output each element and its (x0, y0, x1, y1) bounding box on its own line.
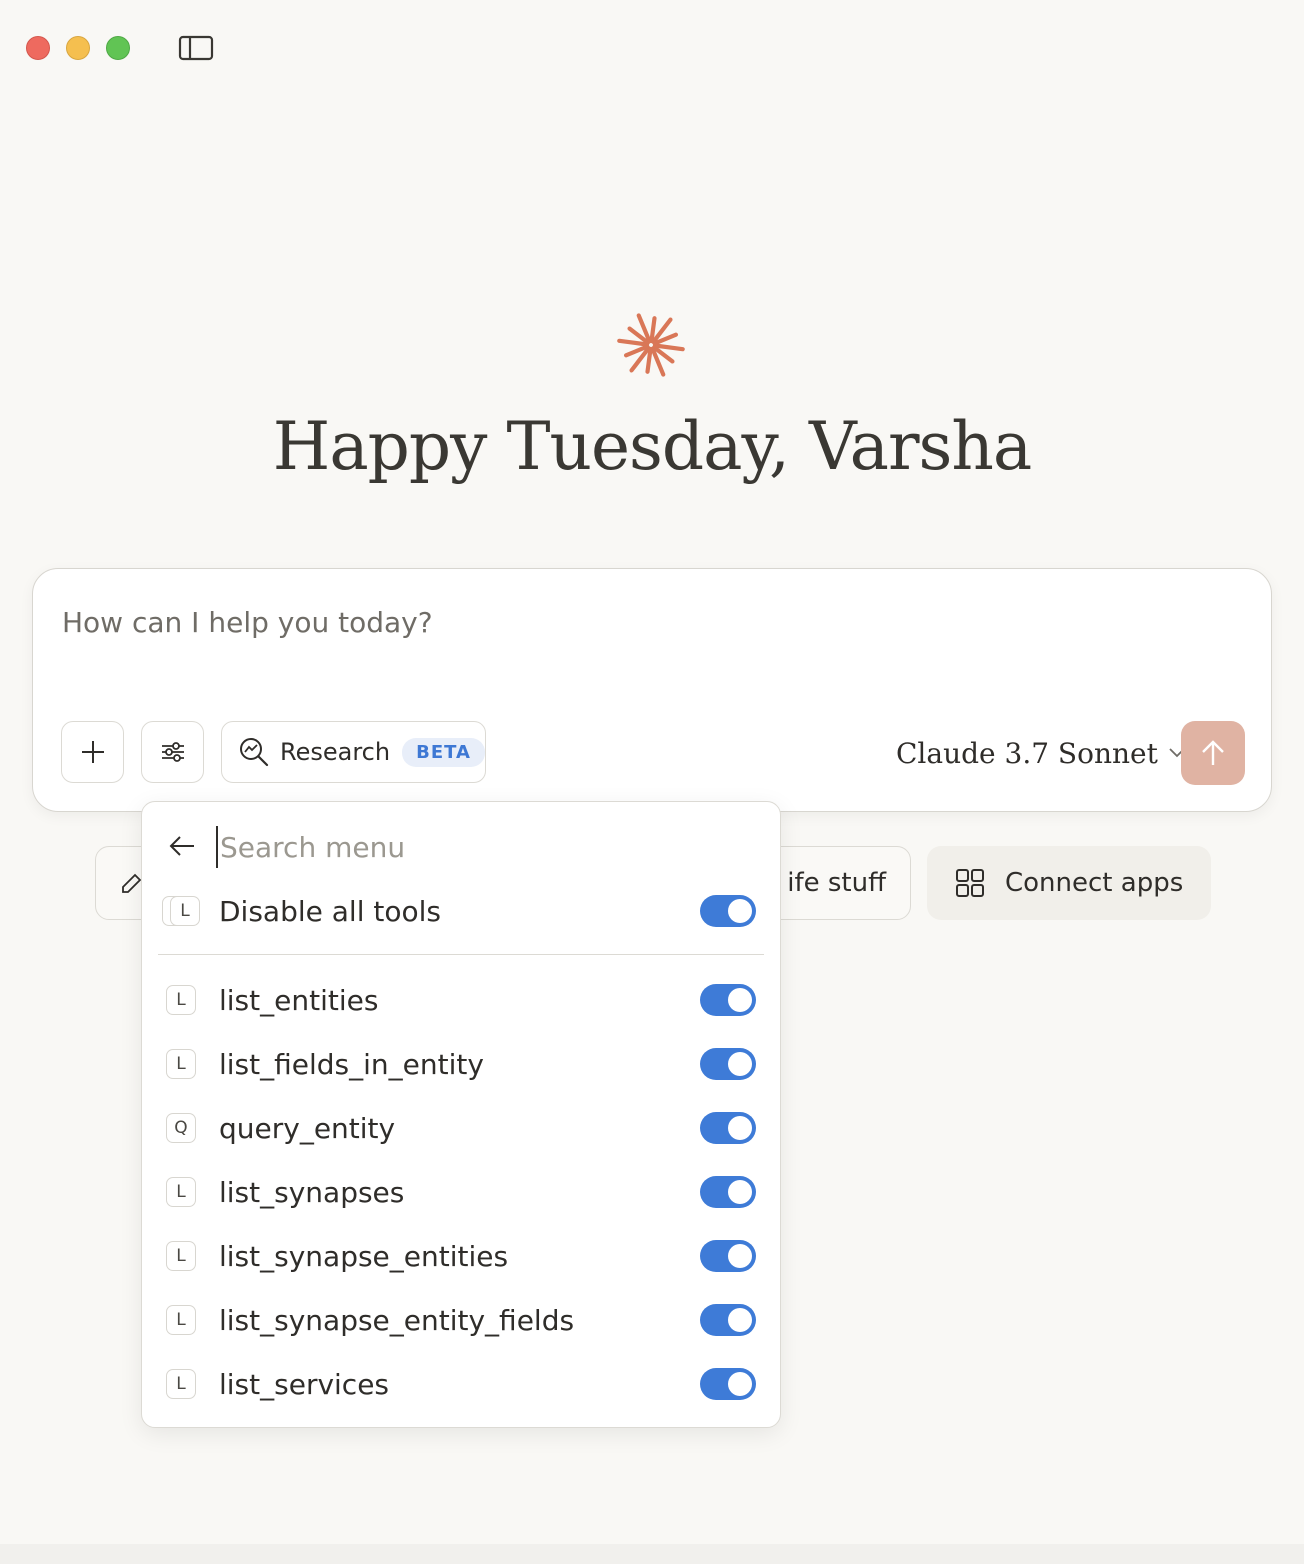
tool-letter-icon: L (166, 1241, 196, 1271)
sidebar-toggle-icon[interactable] (178, 34, 214, 62)
tool-label: query_entity (219, 1111, 396, 1145)
close-window-button[interactable] (26, 36, 50, 60)
tool-letter-icon: L (166, 1305, 196, 1335)
tool-letter-icon: L (166, 985, 196, 1015)
tool-label: list_fields_in_entity (219, 1047, 484, 1081)
disable-all-tools-row[interactable]: L Disable all tools (160, 887, 760, 935)
tool-toggle[interactable] (700, 1368, 756, 1400)
tool-label: list_synapses (219, 1175, 405, 1209)
plus-icon (81, 741, 104, 763)
research-label: Research (280, 738, 391, 766)
tool-label: list_services (219, 1367, 390, 1401)
send-button[interactable] (1181, 721, 1245, 785)
tools-menu-button[interactable] (141, 721, 204, 783)
tool-row[interactable]: L list_services (160, 1360, 760, 1408)
connect-apps-label: Connect apps (1005, 868, 1184, 898)
research-icon (240, 738, 269, 767)
disable-all-tools-toggle[interactable] (700, 895, 756, 927)
model-name: Claude 3.7 Sonnet (896, 736, 1158, 770)
menu-divider (158, 954, 764, 955)
sliders-icon (161, 742, 184, 762)
tool-toggle[interactable] (700, 1048, 756, 1080)
connect-apps-button[interactable]: Connect apps (927, 846, 1211, 920)
tool-letter-icon: L (166, 1177, 196, 1207)
tool-toggle[interactable] (700, 1304, 756, 1336)
tool-toggle[interactable] (700, 1112, 756, 1144)
chip-life-label: ife stuff (787, 868, 886, 898)
tool-toggle[interactable] (700, 984, 756, 1016)
tool-row[interactable]: L list_synapse_entities (160, 1232, 760, 1280)
maximize-window-button[interactable] (106, 36, 130, 60)
grid-icon (956, 869, 984, 897)
add-button[interactable] (61, 721, 124, 783)
tool-label: list_entities (219, 983, 379, 1017)
bottom-edge (0, 1544, 1304, 1564)
spark-icon (616, 310, 686, 380)
research-button[interactable]: Research BETA (221, 721, 486, 783)
back-arrow-icon[interactable] (168, 832, 196, 860)
disable-all-tools-label: Disable all tools (219, 894, 441, 928)
tool-row[interactable]: L list_synapse_entity_fields (160, 1296, 760, 1344)
model-selector[interactable]: Claude 3.7 Sonnet (896, 733, 1186, 773)
tool-row[interactable]: L list_synapses (160, 1168, 760, 1216)
tool-letter-icon: Q (166, 1113, 196, 1143)
tool-row[interactable]: L list_entities (160, 976, 760, 1024)
tool-row[interactable]: Q query_entity (160, 1104, 760, 1152)
minimize-window-button[interactable] (66, 36, 90, 60)
message-input[interactable] (62, 600, 1062, 644)
search-menu-input[interactable] (216, 826, 740, 868)
greeting-heading: Happy Tuesday, Varsha (272, 408, 1032, 485)
beta-badge: BETA (402, 737, 485, 767)
tool-letter-icon: L (166, 1049, 196, 1079)
tool-toggle[interactable] (700, 1240, 756, 1272)
tool-toggle[interactable] (700, 1176, 756, 1208)
arrow-up-icon (1202, 740, 1224, 765)
tool-letter-icon: L (166, 1369, 196, 1399)
tool-label: list_synapse_entity_fields (219, 1303, 575, 1337)
tool-label: list_synapse_entities (219, 1239, 509, 1273)
tool-stack-icon: L (160, 895, 200, 927)
tool-row[interactable]: L list_fields_in_entity (160, 1040, 760, 1088)
